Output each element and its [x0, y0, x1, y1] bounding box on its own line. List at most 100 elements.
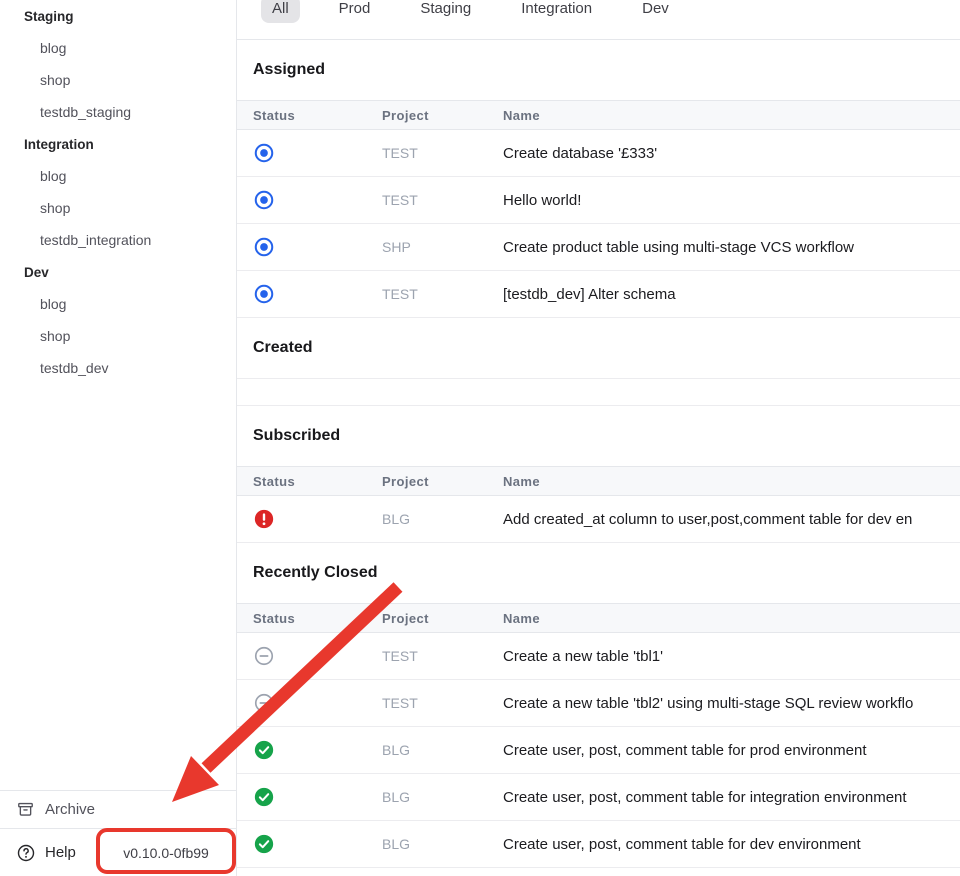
issue-status-cell	[253, 189, 382, 211]
issue-name-cell: Create database '£333'	[503, 145, 960, 162]
column-header-status: Status	[253, 611, 382, 626]
sidebar-database-shop[interactable]: shop	[0, 320, 236, 352]
sidebar-database-testdb-staging[interactable]: testdb_staging	[0, 96, 236, 128]
column-header-project: Project	[382, 474, 503, 489]
sidebar: Stagingblogshoptestdb_stagingIntegration…	[0, 0, 237, 876]
archive-icon	[16, 800, 35, 819]
column-header-name: Name	[503, 474, 960, 489]
sidebar-database-testdb-dev[interactable]: testdb_dev	[0, 352, 236, 384]
issue-row[interactable]: BLG Add created_at column to user,post,c…	[237, 496, 960, 543]
issue-name-cell: Create user, post, comment table for int…	[503, 789, 960, 806]
help-label: Help	[45, 844, 76, 861]
status-open-icon	[253, 283, 275, 305]
issue-project-cell: BLG	[382, 511, 503, 527]
main-panel: All Prod Staging Integration Dev Assigned St…	[237, 0, 960, 876]
status-done-icon	[253, 833, 275, 855]
status-canceled-icon	[253, 645, 275, 667]
sidebar-database-blog[interactable]: blog	[0, 160, 236, 192]
issue-status-cell	[253, 283, 382, 305]
status-done-icon	[253, 739, 275, 761]
column-header-status: Status	[253, 474, 382, 489]
column-header-project: Project	[382, 611, 503, 626]
issue-status-cell	[253, 786, 382, 808]
tab-staging[interactable]: Staging	[409, 0, 482, 23]
issue-name-cell: Create product table using multi-stage V…	[503, 239, 960, 256]
section-recently-closed: Recently Closed Status Project Name TEST…	[237, 543, 960, 868]
issue-name-cell: Create user, post, comment table for dev…	[503, 836, 960, 853]
sidebar-database-shop[interactable]: shop	[0, 192, 236, 224]
issue-project-cell: TEST	[382, 145, 503, 161]
tab-prod[interactable]: Prod	[328, 0, 382, 23]
sidebar-database-blog[interactable]: blog	[0, 288, 236, 320]
sidebar-environment-staging[interactable]: Staging	[0, 0, 236, 32]
section-title: Created	[237, 318, 960, 378]
section-assigned: Assigned Status Project Name TEST Create…	[237, 40, 960, 318]
status-open-icon	[253, 189, 275, 211]
status-open-icon	[253, 142, 275, 164]
database-tree: Stagingblogshoptestdb_stagingIntegration…	[0, 0, 236, 384]
column-header-name: Name	[503, 108, 960, 123]
column-header-name: Name	[503, 611, 960, 626]
issue-row[interactable]: BLG Create user, post, comment table for…	[237, 821, 960, 868]
sidebar-environment-dev[interactable]: Dev	[0, 256, 236, 288]
archive-label: Archive	[45, 801, 95, 818]
sidebar-bottom-bar: Help v0.10.0-0fb99	[0, 828, 236, 876]
issue-name-cell: Create a new table 'tbl1'	[503, 648, 960, 665]
issue-project-cell: BLG	[382, 789, 503, 805]
issue-row[interactable]: BLG Create user, post, comment table for…	[237, 774, 960, 821]
issue-status-cell	[253, 833, 382, 855]
issue-row[interactable]: SHP Create product table using multi-sta…	[237, 224, 960, 271]
issue-project-cell: TEST	[382, 192, 503, 208]
issue-name-cell: Create user, post, comment table for pro…	[503, 742, 960, 759]
sidebar-database-testdb-integration[interactable]: testdb_integration	[0, 224, 236, 256]
issue-row[interactable]: TEST Hello world!	[237, 177, 960, 224]
help-icon	[16, 843, 36, 863]
sidebar-database-shop[interactable]: shop	[0, 64, 236, 96]
issue-name-cell: Create a new table 'tbl2' using multi-st…	[503, 695, 960, 712]
issue-row[interactable]: TEST [testdb_dev] Alter schema	[237, 271, 960, 318]
issue-row[interactable]: TEST Create a new table 'tbl2' using mul…	[237, 680, 960, 727]
app-root: Stagingblogshoptestdb_stagingIntegration…	[0, 0, 960, 876]
status-open-icon	[253, 236, 275, 258]
environment-tabs: All Prod Staging Integration Dev	[237, 0, 960, 40]
column-header-project: Project	[382, 108, 503, 123]
section-created: Created	[237, 318, 960, 406]
issue-sections: Assigned Status Project Name TEST Create…	[237, 40, 960, 868]
issue-status-cell	[253, 739, 382, 761]
issue-project-cell: BLG	[382, 836, 503, 852]
section-title: Subscribed	[237, 406, 960, 466]
table-header-row: Status Project Name	[237, 100, 960, 130]
sidebar-environment-integration[interactable]: Integration	[0, 128, 236, 160]
issue-row[interactable]: BLG Create user, post, comment table for…	[237, 727, 960, 774]
status-done-icon	[253, 786, 275, 808]
sidebar-item-archive[interactable]: Archive	[0, 790, 236, 828]
issue-project-cell: TEST	[382, 648, 503, 664]
issue-status-cell	[253, 142, 382, 164]
empty-issue-list	[237, 378, 960, 406]
issue-status-cell	[253, 692, 382, 714]
issue-row[interactable]: TEST Create database '£333'	[237, 130, 960, 177]
issue-status-cell	[253, 236, 382, 258]
section-subscribed: Subscribed Status Project Name BLG Add c…	[237, 406, 960, 543]
issue-project-cell: BLG	[382, 742, 503, 758]
issue-project-cell: TEST	[382, 695, 503, 711]
section-title: Recently Closed	[237, 543, 960, 603]
tab-dev[interactable]: Dev	[631, 0, 680, 23]
issue-project-cell: SHP	[382, 239, 503, 255]
issue-name-cell: Hello world!	[503, 192, 960, 209]
issue-name-cell: [testdb_dev] Alter schema	[503, 286, 960, 303]
issue-status-cell	[253, 645, 382, 667]
help-button[interactable]: Help	[16, 843, 76, 863]
column-header-status: Status	[253, 108, 382, 123]
status-canceled-icon	[253, 692, 275, 714]
issue-project-cell: TEST	[382, 286, 503, 302]
sidebar-spacer	[0, 384, 236, 790]
tab-all[interactable]: All	[261, 0, 300, 23]
section-title: Assigned	[237, 40, 960, 100]
tab-integration[interactable]: Integration	[510, 0, 603, 23]
sidebar-database-blog[interactable]: blog	[0, 32, 236, 64]
issue-row[interactable]: TEST Create a new table 'tbl1'	[237, 633, 960, 680]
version-badge: v0.10.0-0fb99	[98, 845, 234, 861]
table-header-row: Status Project Name	[237, 603, 960, 633]
status-attention-icon	[253, 508, 275, 530]
